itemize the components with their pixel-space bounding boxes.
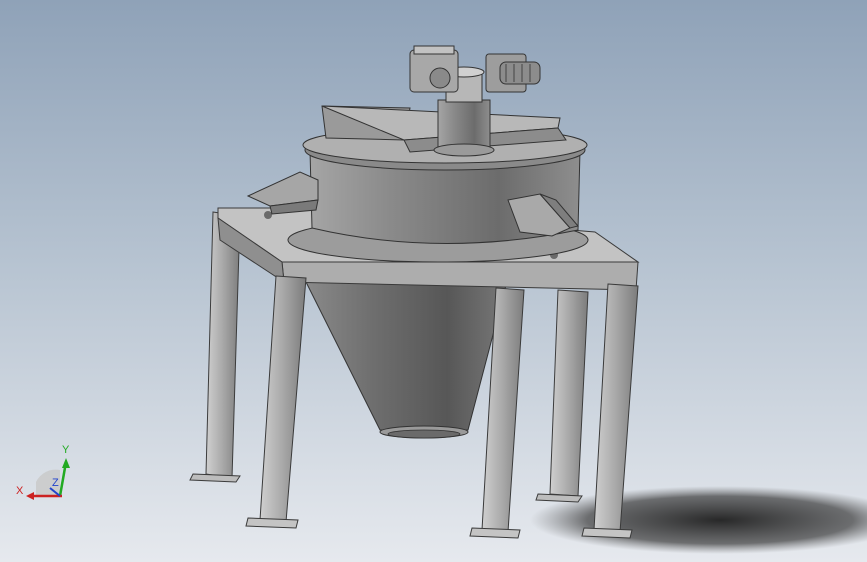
gear-motor-left[interactable] <box>409 45 459 93</box>
cad-3d-viewport[interactable]: X Y Z <box>0 0 867 562</box>
z-axis-label: Z <box>52 477 59 489</box>
hopper-cone[interactable] <box>299 269 511 439</box>
axis-triad[interactable] <box>26 458 70 500</box>
x-axis-label: X <box>16 485 24 497</box>
y-axis-label: Y <box>62 444 70 456</box>
gear-motor-right[interactable] <box>485 53 541 93</box>
model-view[interactable] <box>0 0 867 562</box>
